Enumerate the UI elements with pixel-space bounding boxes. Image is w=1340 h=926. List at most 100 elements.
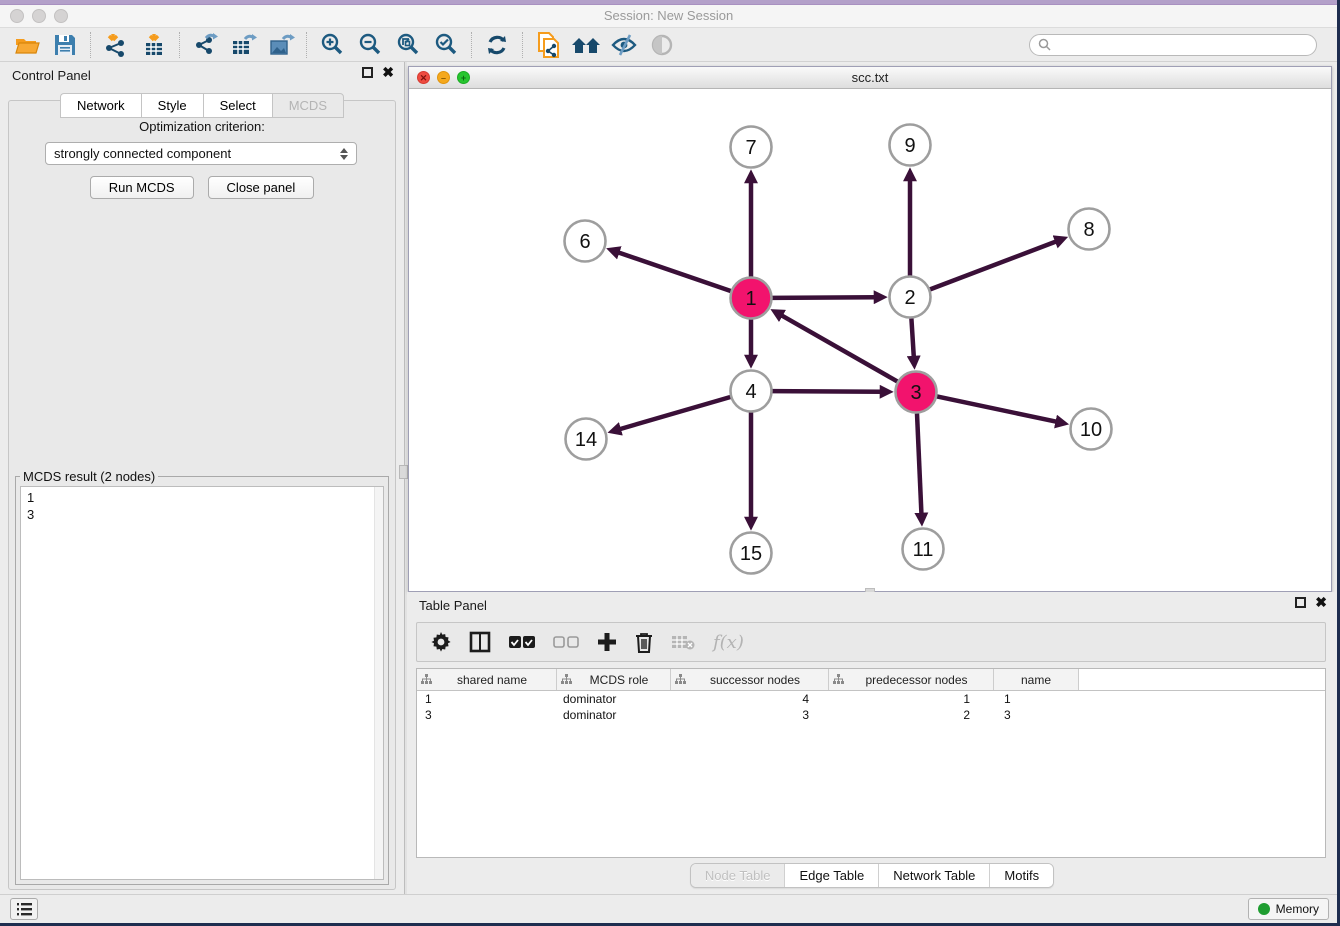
table-cell[interactable]: dominator (557, 692, 671, 706)
mcds-result-group: MCDS result (2 nodes) 1 3 (15, 469, 389, 885)
function-builder-icon[interactable]: f(x) (713, 632, 744, 653)
refresh-layout-button[interactable] (478, 30, 516, 60)
column-header-successor-nodes[interactable]: successor nodes (671, 669, 829, 690)
column-header-shared-name[interactable]: shared name (417, 669, 557, 690)
deselect-all-checkboxes-icon[interactable] (553, 636, 579, 649)
column-header-MCDS-role[interactable]: MCDS role (557, 669, 671, 690)
tab-network-table[interactable]: Network Table (879, 864, 990, 887)
search-input[interactable] (1056, 37, 1308, 53)
gear-icon[interactable] (431, 632, 451, 652)
run-mcds-button[interactable]: Run MCDS (90, 176, 194, 199)
graph-node-2[interactable]: 2 (890, 277, 931, 318)
open-session-button[interactable] (8, 30, 46, 60)
column-header-predecessor-nodes[interactable]: predecessor nodes (829, 669, 994, 690)
zoom-in-button[interactable] (313, 30, 351, 60)
edge-3-1[interactable] (780, 315, 897, 382)
column-type-icon (421, 674, 432, 685)
add-column-icon[interactable] (597, 632, 617, 652)
save-session-button[interactable] (46, 30, 84, 60)
edge-2-3[interactable] (911, 319, 914, 359)
zoom-fit-button[interactable] (389, 30, 427, 60)
hide-selected-button[interactable] (605, 30, 643, 60)
graph-node-9[interactable]: 9 (890, 125, 931, 166)
table-cell[interactable]: 1 (994, 692, 1079, 706)
table-cell[interactable]: 4 (671, 692, 829, 706)
tab-mcds[interactable]: MCDS (272, 93, 344, 118)
tab-style[interactable]: Style (141, 93, 203, 118)
show-all-button[interactable] (643, 30, 681, 60)
edge-3-10[interactable] (937, 396, 1058, 422)
splitter-handle[interactable] (399, 465, 408, 479)
edge-1-6[interactable] (617, 252, 731, 291)
clone-network-button[interactable] (529, 30, 567, 60)
import-network-button[interactable] (97, 30, 135, 60)
network-window-traffic-lights[interactable]: ✕ – + (417, 71, 470, 84)
graph-node-15[interactable]: 15 (731, 533, 772, 574)
table-cell[interactable]: 1 (829, 692, 994, 706)
result-scrollbar[interactable] (374, 487, 383, 879)
edge-1-2[interactable] (773, 297, 877, 298)
graph-node-7[interactable]: 7 (731, 127, 772, 168)
column-header-name[interactable]: name (994, 669, 1079, 690)
network-zoom-button[interactable]: + (457, 71, 470, 84)
graph-node-3[interactable]: 3 (896, 372, 937, 413)
network-close-button[interactable]: ✕ (417, 71, 430, 84)
delete-column-icon[interactable] (635, 632, 653, 653)
close-table-panel-icon[interactable]: ✖ (1315, 597, 1327, 608)
graph-node-10[interactable]: 10 (1071, 409, 1112, 450)
table-cell[interactable]: 3 (994, 708, 1079, 722)
float-panel-icon[interactable] (362, 67, 373, 78)
memory-button[interactable]: Memory (1248, 898, 1329, 920)
edge-2-8[interactable] (930, 241, 1058, 290)
zoom-window-button[interactable] (54, 9, 68, 23)
select-all-checkboxes-icon[interactable] (509, 636, 535, 649)
table-cell[interactable]: 3 (417, 708, 557, 722)
network-canvas[interactable]: 7 9 6 8 1 2 4 3 14 10 15 11 (409, 89, 1331, 591)
window-traffic-lights[interactable] (10, 9, 68, 23)
close-panel-button[interactable]: Close panel (208, 176, 315, 199)
table-row[interactable]: 1dominator411 (417, 691, 1325, 707)
minimize-window-button[interactable] (32, 9, 46, 23)
zoom-out-button[interactable] (351, 30, 389, 60)
first-neighbors-button[interactable] (567, 30, 605, 60)
optimization-criterion-select[interactable]: strongly connected component (45, 142, 357, 165)
graph-node-8[interactable]: 8 (1069, 209, 1110, 250)
export-network-icon (192, 32, 219, 58)
table-cell[interactable]: 1 (417, 692, 557, 706)
table-cell[interactable]: 3 (671, 708, 829, 722)
graph-node-11[interactable]: 11 (903, 529, 944, 570)
graph-node-1[interactable]: 1 (731, 278, 772, 319)
close-panel-icon[interactable]: ✖ (382, 67, 394, 78)
search-field[interactable] (1029, 34, 1317, 56)
task-history-button[interactable] (10, 898, 38, 920)
svg-text:4: 4 (745, 381, 756, 403)
edge-4-3[interactable] (773, 391, 883, 392)
split-columns-icon[interactable] (469, 631, 491, 653)
float-table-panel-icon[interactable] (1295, 597, 1306, 608)
tab-motifs[interactable]: Motifs (990, 864, 1053, 887)
close-window-button[interactable] (10, 9, 24, 23)
edge-4-14[interactable] (618, 397, 730, 430)
table-cell[interactable]: dominator (557, 708, 671, 722)
control-panel-tabs: NetworkStyleSelectMCDS (0, 93, 404, 118)
zoom-selected-button[interactable] (427, 30, 465, 60)
export-image-button[interactable] (262, 30, 300, 60)
network-graph[interactable]: 7 9 6 8 1 2 4 3 14 10 15 11 (409, 89, 1331, 591)
network-minimize-button[interactable]: – (437, 71, 450, 84)
import-table-button[interactable] (135, 30, 173, 60)
table-row[interactable]: 3dominator323 (417, 707, 1325, 723)
delete-table-icon[interactable] (671, 634, 695, 650)
edge-3-11[interactable] (917, 414, 922, 516)
table-cell[interactable]: 2 (829, 708, 994, 722)
tab-network[interactable]: Network (60, 93, 141, 118)
tab-select[interactable]: Select (203, 93, 272, 118)
tab-edge-table[interactable]: Edge Table (785, 864, 879, 887)
tab-node-table[interactable]: Node Table (691, 864, 786, 887)
export-table-button[interactable] (224, 30, 262, 60)
graph-node-14[interactable]: 14 (566, 419, 607, 460)
network-window-titlebar[interactable]: ✕ – + scc.txt (409, 67, 1331, 89)
graph-node-4[interactable]: 4 (731, 371, 772, 412)
mcds-result-text[interactable]: 1 3 (20, 486, 384, 880)
graph-node-6[interactable]: 6 (565, 221, 606, 262)
export-network-button[interactable] (186, 30, 224, 60)
